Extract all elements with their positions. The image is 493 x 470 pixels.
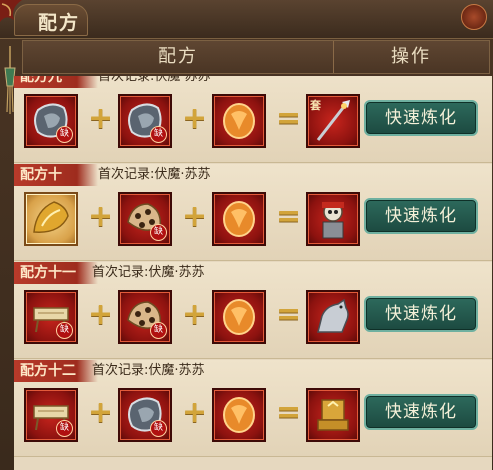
ingredient-slot[interactable] (212, 94, 266, 148)
quick-refine-button[interactable]: 快速炼化 (364, 296, 478, 332)
plus-sign: + (88, 395, 114, 430)
action-column-header: 操作 (391, 46, 431, 67)
first-record-text: 首次记录:伏魔·苏苏 (98, 76, 211, 84)
ingredient-slot[interactable]: 缺 (118, 388, 172, 442)
recipe-row: 配方九 首次记录:伏魔·苏苏缺 缺 + + = 套 快速炼化 (14, 76, 492, 163)
plus-sign: + (88, 101, 114, 136)
missing-badge: 缺 (56, 126, 73, 143)
equals-sign: = (276, 199, 302, 234)
quick-refine-button[interactable]: 快速炼化 (364, 198, 478, 234)
missing-badge: 缺 (150, 224, 167, 241)
ingredient-slot[interactable]: 缺 (118, 192, 172, 246)
equals-sign: = (276, 101, 302, 136)
plus-sign: + (182, 395, 208, 430)
recipe-row: 配方十 首次记录:伏魔·苏苏缺 + + = 快速炼化 (14, 164, 492, 261)
plus-sign: + (182, 199, 208, 234)
equals-sign: = (276, 297, 302, 332)
ingredient-slot[interactable]: 缺 (24, 94, 78, 148)
ingredient-slot[interactable]: 缺 (24, 388, 78, 442)
recipe-name-tag: 配方十 (14, 164, 98, 186)
missing-badge: 缺 (150, 420, 167, 437)
recipe-column-header: 配方 (23, 41, 334, 73)
first-record-text: 首次记录:伏魔·苏苏 (98, 167, 211, 182)
ingredient-slot[interactable]: 缺 (24, 290, 78, 344)
table-header: 配方 操作 (22, 40, 490, 74)
missing-badge: 缺 (150, 126, 167, 143)
recipe-name-tag: 配方十二 (14, 360, 98, 382)
plus-sign: + (182, 101, 208, 136)
ingredient-slot[interactable] (212, 192, 266, 246)
first-record-text: 首次记录:伏魔·苏苏 (92, 265, 205, 280)
recipe-row: 配方十二 首次记录:伏魔·苏苏缺 缺 + + = 快速炼化 (14, 360, 492, 457)
ingredient-slot[interactable]: 缺 (118, 290, 172, 344)
missing-badge: 缺 (56, 322, 73, 339)
quick-refine-button[interactable]: 快速炼化 (364, 100, 478, 136)
result-slot[interactable] (306, 388, 360, 442)
ingredient-slot[interactable] (24, 192, 78, 246)
close-icon[interactable] (461, 4, 487, 30)
ingredient-slot[interactable] (212, 388, 266, 442)
result-slot[interactable] (306, 290, 360, 344)
plus-sign: + (88, 199, 114, 234)
recipe-row: 配方十一 首次记录:伏魔·苏苏缺 缺 + + = 快速炼化 (14, 262, 492, 359)
result-slot[interactable] (306, 192, 360, 246)
recipe-name-tag: 配方九 (14, 76, 98, 88)
recipe-list[interactable]: 配方九 首次记录:伏魔·苏苏缺缺 + + = 套快速炼化 配方十 首次记录:伏魔·苏苏缺 + + =… (14, 76, 492, 470)
window-title: 配方 (38, 12, 81, 34)
quick-refine-button[interactable]: 快速炼化 (364, 394, 478, 430)
plus-sign: + (88, 297, 114, 332)
missing-badge: 缺 (56, 420, 73, 437)
recipe-name-tag: 配方十一 (14, 262, 98, 284)
equals-sign: = (276, 395, 302, 430)
first-record-text: 首次记录:伏魔·苏苏 (92, 363, 205, 378)
title-bar: 配方 (0, 0, 493, 39)
missing-badge: 缺 (150, 322, 167, 339)
ingredient-slot[interactable] (212, 290, 266, 344)
plus-sign: + (182, 297, 208, 332)
set-badge: 套 (310, 99, 321, 112)
ingredient-slot[interactable]: 缺 (118, 94, 172, 148)
result-slot[interactable]: 套 (306, 94, 360, 148)
